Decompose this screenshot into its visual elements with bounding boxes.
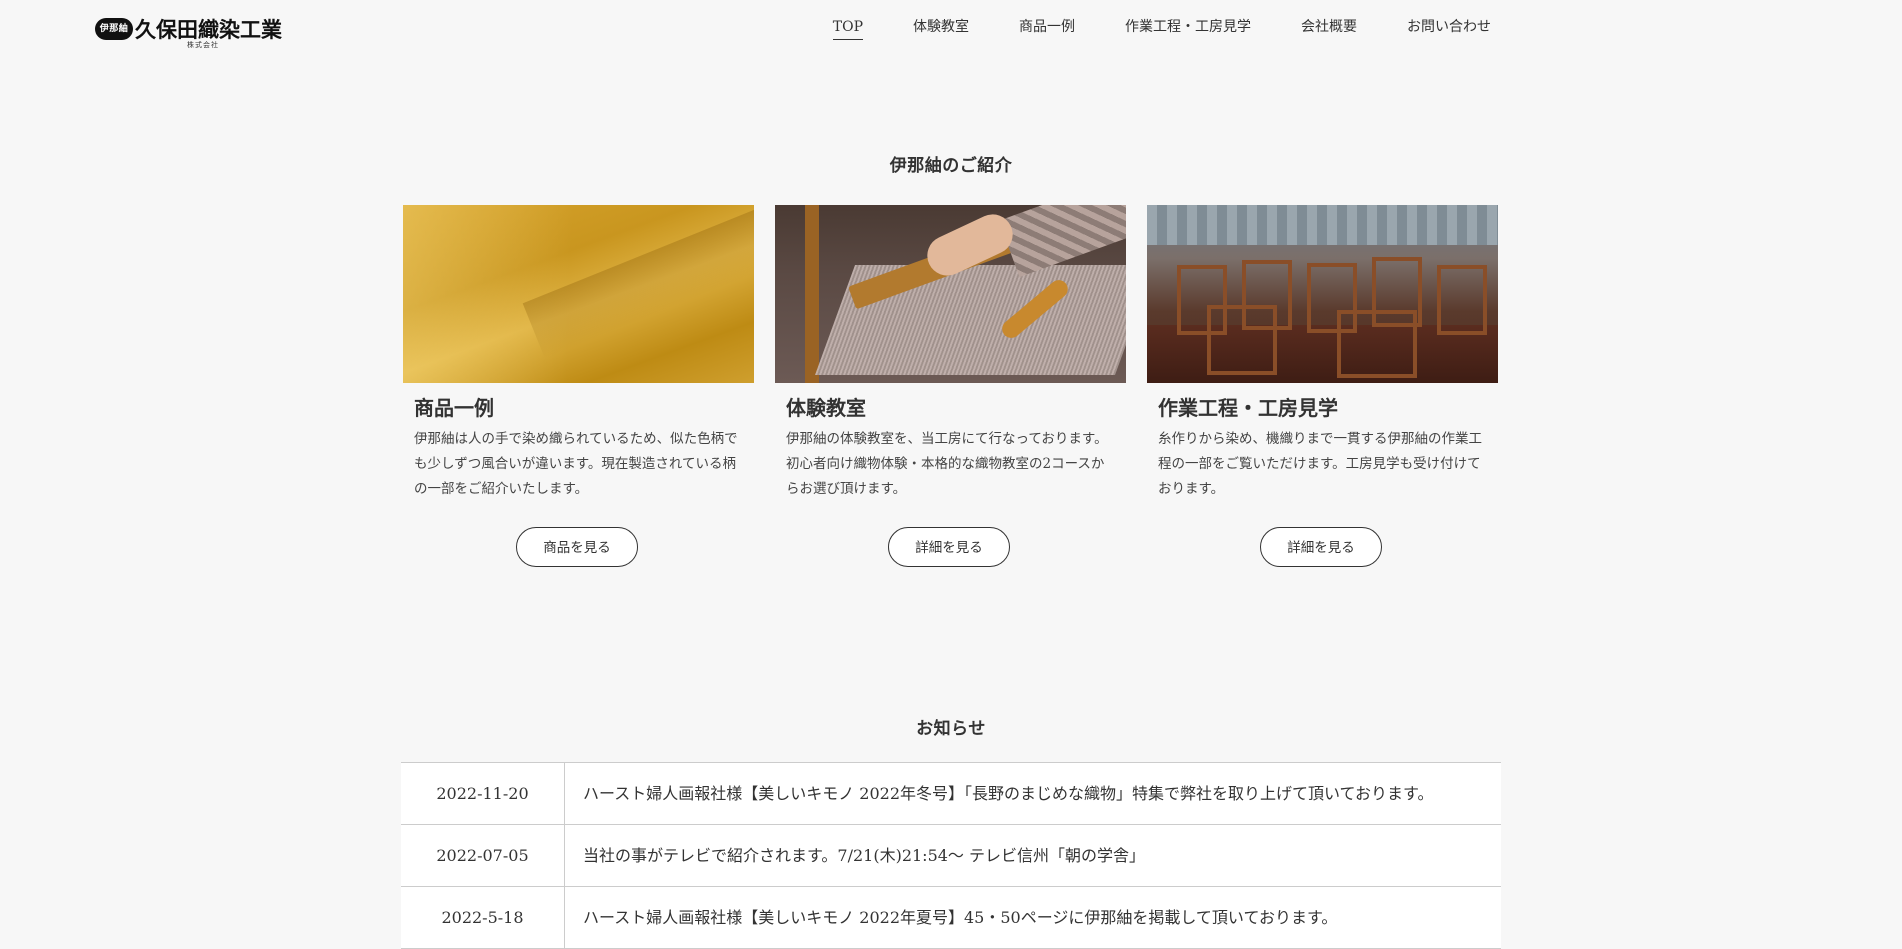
card-description: 糸作りから染め、機織りまで一貫する伊那紬の作業工程の一部をご覧いただけます。工房… — [1158, 431, 1482, 497]
nav-item-workshop-class[interactable]: 体験教室 — [913, 17, 969, 40]
site-header: 伊那紬 久保田織染工業 株式会社 TOP 体験教室 商品一例 作業工程・工房見学… — [0, 0, 1902, 58]
news-section-title: お知らせ — [916, 719, 986, 739]
nav-item-process-tour[interactable]: 作業工程・工房見学 — [1125, 17, 1251, 40]
view-process-details-button[interactable]: 詳細を見る — [1260, 527, 1382, 567]
site-logo[interactable]: 伊那紬 久保田織染工業 株式会社 — [95, 16, 282, 52]
nav-item-contact[interactable]: お問い合わせ — [1407, 17, 1491, 40]
card-products: 商品一例 伊那紬は人の手で染め織られているため、似た色柄でも少しずつ風合いが違い… — [403, 205, 754, 567]
card-title: 作業工程・工房見学 — [1158, 396, 1338, 420]
news-text: ハースト婦人画報社様【美しいキモノ 2022年夏号】45・50ページに伊那紬を掲… — [583, 908, 1338, 927]
nav-item-company[interactable]: 会社概要 — [1301, 17, 1357, 40]
nav-item-products[interactable]: 商品一例 — [1019, 17, 1075, 40]
nav-item-top[interactable]: TOP — [832, 17, 863, 40]
card-process-tour: 作業工程・工房見学 糸作りから染め、機織りまで一貫する伊那紬の作業工程の一部をご… — [1147, 205, 1498, 567]
main-nav: TOP 体験教室 商品一例 作業工程・工房見学 会社概要 お問い合わせ — [832, 17, 1491, 40]
view-products-button[interactable]: 商品を見る — [516, 527, 638, 567]
news-text: ハースト婦人画報社様【美しいキモノ 2022年冬号】「長野のまじめな織物」特集で… — [583, 784, 1434, 803]
intro-cards: 商品一例 伊那紬は人の手で染め織られているため、似た色柄でも少しずつ風合いが違い… — [403, 205, 1499, 575]
view-class-details-button[interactable]: 詳細を見る — [888, 527, 1010, 567]
news-date: 2022-5-18 — [401, 887, 565, 948]
intro-section-title: 伊那紬のご紹介 — [889, 156, 1013, 176]
news-row: 2022-11-20 ハースト婦人画報社様【美しいキモノ 2022年冬号】「長野… — [401, 763, 1501, 825]
logo-company-type: 株式会社 — [187, 41, 219, 49]
news-date: 2022-11-20 — [401, 763, 565, 824]
card-title: 体験教室 — [786, 396, 866, 420]
loom-weaving-image[interactable] — [775, 205, 1126, 383]
news-table: 2022-11-20 ハースト婦人画報社様【美しいキモノ 2022年冬号】「長野… — [401, 762, 1501, 949]
workshop-image[interactable] — [1147, 205, 1498, 383]
silk-fabric-image[interactable] — [403, 205, 754, 383]
news-row: 2022-5-18 ハースト婦人画報社様【美しいキモノ 2022年夏号】45・5… — [401, 887, 1501, 949]
card-description: 伊那紬は人の手で染め織られているため、似た色柄でも少しずつ風合いが違います。現在… — [414, 431, 738, 497]
news-row: 2022-07-05 当社の事がテレビで紹介されます。7/21(木)21:54～… — [401, 825, 1501, 887]
card-title: 商品一例 — [414, 396, 494, 420]
news-date: 2022-07-05 — [401, 825, 565, 886]
news-text: 当社の事がテレビで紹介されます。7/21(木)21:54～ テレビ信州「朝の学舎… — [583, 846, 1146, 865]
card-description: 伊那紬の体験教室を、当工房にて行なっております。初心者向け織物体験・本格的な織物… — [786, 431, 1108, 497]
logo-badge: 伊那紬 — [95, 18, 133, 40]
card-workshop-class: 体験教室 伊那紬の体験教室を、当工房にて行なっております。初心者向け織物体験・本… — [775, 205, 1126, 567]
